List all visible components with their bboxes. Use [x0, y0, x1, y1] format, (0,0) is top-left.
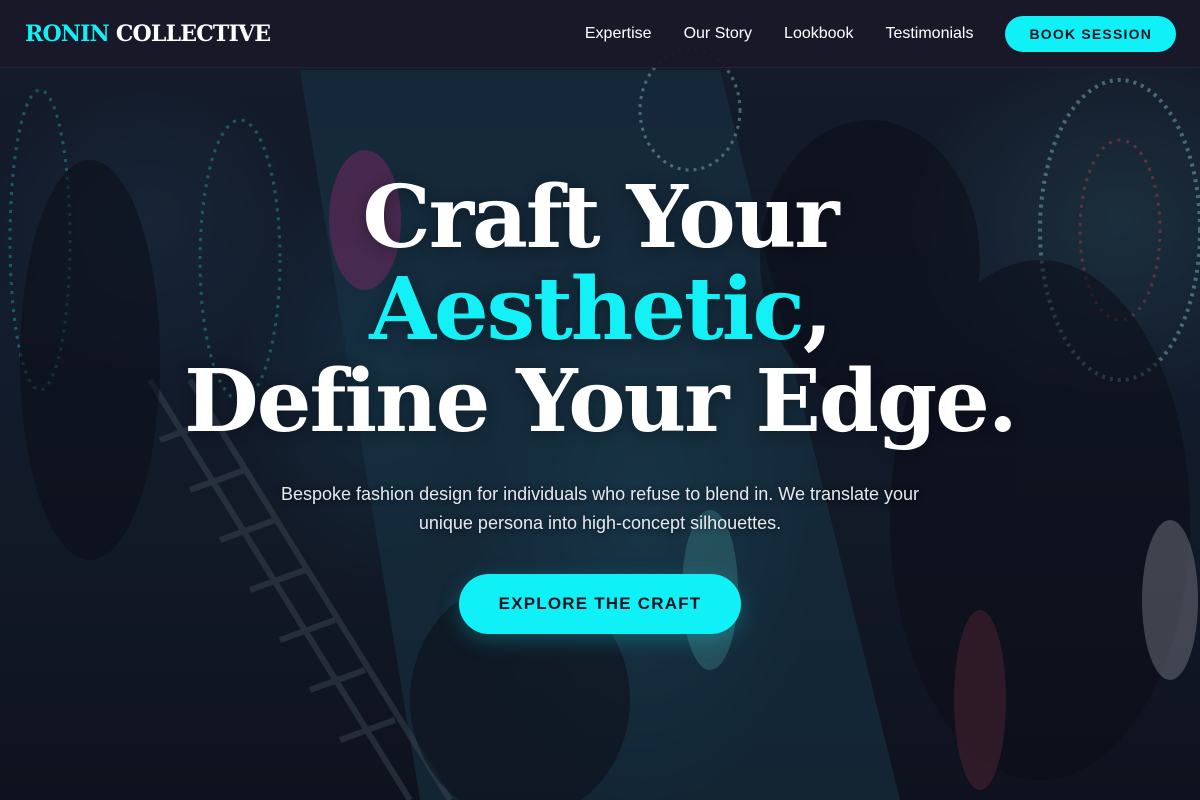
landing-page: RONIN COLLECTIVE Expertise Our Story Loo… — [0, 0, 1200, 800]
nav-link-testimonials[interactable]: Testimonials — [885, 25, 973, 43]
nav-link-our-story[interactable]: Our Story — [684, 25, 752, 43]
book-session-button[interactable]: BOOK SESSION — [1005, 15, 1176, 52]
brand-logo-text: COLLECTIVE — [115, 20, 271, 47]
hero-subtitle: Bespoke fashion design for individuals w… — [280, 484, 920, 533]
explore-the-craft-button[interactable]: EXPLORE THE CRAFT — [459, 574, 741, 634]
headline-line-1: Craft Your — [362, 167, 839, 268]
headline-comma: , — [802, 259, 833, 360]
brand-logo[interactable]: RONIN COLLECTIVE — [25, 20, 271, 47]
headline-line-2: Aesthetic, — [0, 264, 1200, 356]
nav-link-expertise[interactable]: Expertise — [585, 25, 652, 43]
headline-line-3: Define Your Edge. — [184, 351, 1018, 452]
nav-link-lookbook[interactable]: Lookbook — [784, 25, 853, 43]
headline-accent-word: Aesthetic — [369, 259, 805, 360]
main-nav: Expertise Our Story Lookbook Testimonial… — [585, 15, 1176, 52]
hero-section: Craft Your Aesthetic, Define Your Edge. … — [0, 0, 1200, 800]
top-navbar: RONIN COLLECTIVE Expertise Our Story Loo… — [0, 0, 1200, 68]
brand-logo-accent-text: RONIN — [25, 20, 110, 47]
hero-headline: Craft Your Aesthetic, Define Your Edge. — [0, 172, 1200, 448]
